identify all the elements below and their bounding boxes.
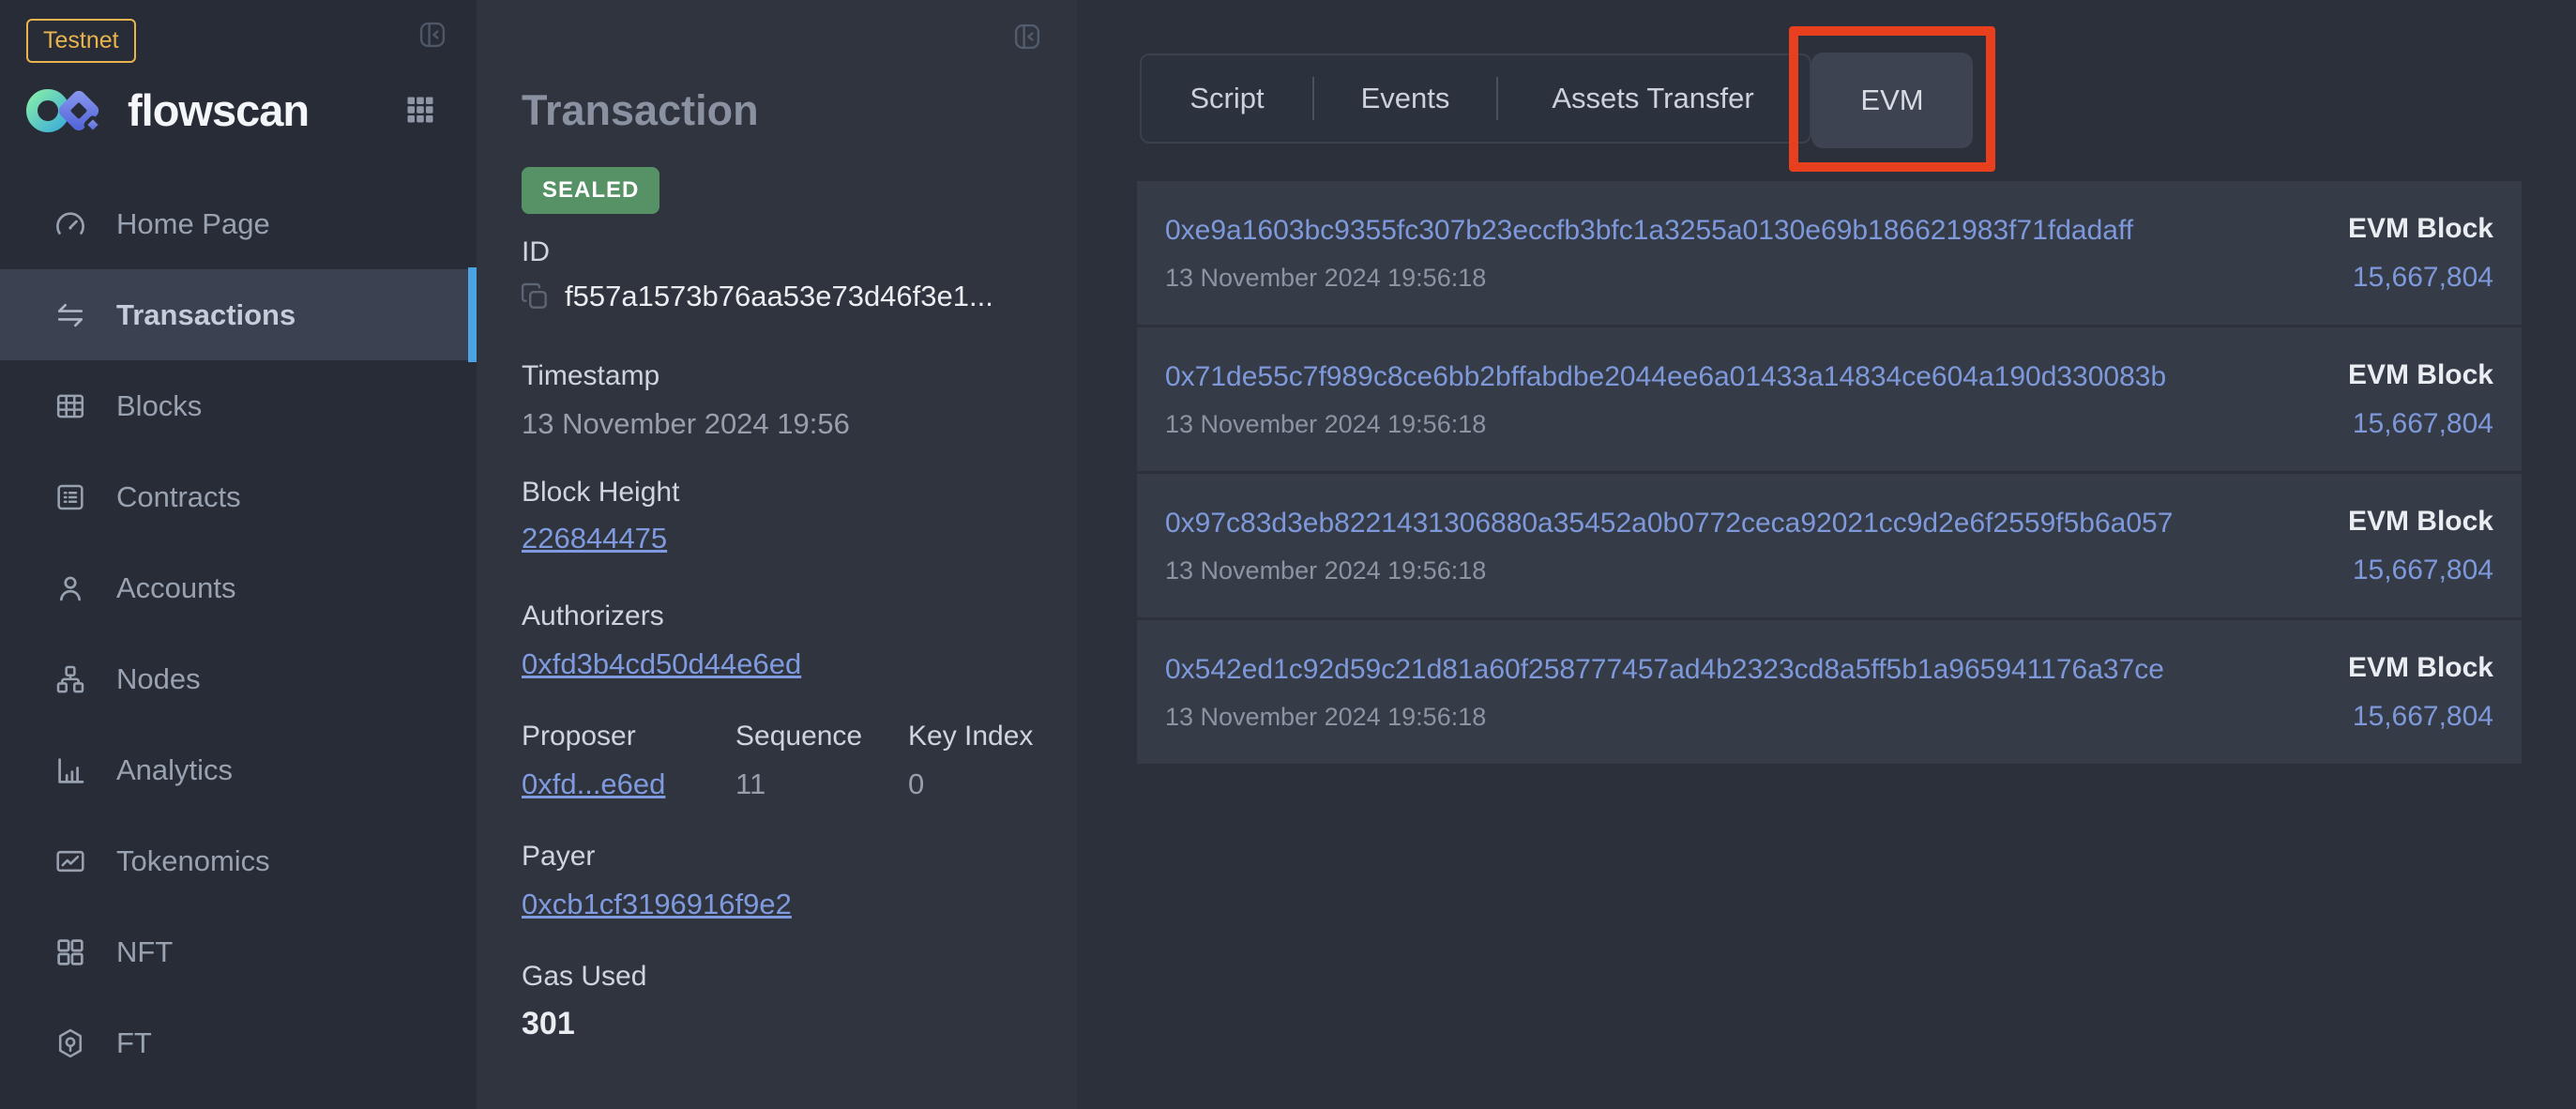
sequence-label: Sequence bbox=[735, 721, 862, 752]
apps-grid-icon bbox=[403, 93, 437, 127]
evm-tx-hash-link[interactable]: 0x71de55c7f989c8ce6bb2bffabdbe2044ee6a01… bbox=[1165, 361, 2166, 393]
speedometer-icon bbox=[53, 206, 88, 242]
sidebar-item-label: Home Page bbox=[116, 207, 270, 241]
key-index-value: 0 bbox=[908, 767, 924, 801]
evm-tx-hash-link[interactable]: 0x542ed1c92d59c21d81a60f258777457ad4b232… bbox=[1165, 654, 2164, 686]
evm-block-number-link[interactable]: 15,667,804 bbox=[2353, 262, 2493, 294]
evm-tx-timestamp: 13 November 2024 19:56:18 bbox=[1165, 703, 1486, 732]
copy-button[interactable] bbox=[518, 280, 552, 313]
evm-transaction-row: 0x542ed1c92d59c21d81a60f258777457ad4b232… bbox=[1137, 620, 2522, 764]
sidebar-item-nft[interactable]: NFT bbox=[0, 906, 477, 997]
evm-tx-hash-link[interactable]: 0xe9a1603bc9355fc307b23eccfb3bfc1a3255a0… bbox=[1165, 215, 2133, 247]
flowscan-logo bbox=[24, 81, 109, 141]
authorizers-label: Authorizers bbox=[522, 600, 664, 632]
evm-tx-hash-link[interactable]: 0x97c83d3eb8221431306880a35452a0b0772cec… bbox=[1165, 508, 2173, 539]
sidebar-item-analytics[interactable]: Analytics bbox=[0, 724, 477, 815]
transaction-detail-panel: Transaction SEALED ID f557a1573b76aa53e7… bbox=[477, 0, 1077, 1109]
evm-block-number-link[interactable]: 15,667,804 bbox=[2353, 408, 2493, 440]
tab-evm[interactable]: EVM bbox=[1811, 53, 1973, 148]
timestamp-value: 13 November 2024 19:56 bbox=[522, 407, 850, 441]
evm-block-number-link[interactable]: 15,667,804 bbox=[2353, 554, 2493, 586]
transaction-id-row: f557a1573b76aa53e73d46f3e1... bbox=[518, 280, 993, 313]
sidebar-item-label: Blocks bbox=[116, 389, 202, 423]
sequence-value: 11 bbox=[735, 767, 765, 801]
hierarchy-icon bbox=[53, 661, 88, 697]
collapse-panel-icon bbox=[417, 19, 448, 51]
evm-block-number-link[interactable]: 15,667,804 bbox=[2353, 701, 2493, 733]
four-squares-icon bbox=[53, 934, 88, 970]
sidebar-item-label: Tokenomics bbox=[116, 844, 270, 878]
gas-used-label: Gas Used bbox=[522, 961, 646, 993]
proposer-address-link[interactable]: 0xfd...e6ed bbox=[522, 767, 665, 801]
sidebar-item-label: FT bbox=[116, 1026, 152, 1060]
sidebar-item-nodes[interactable]: Nodes bbox=[0, 633, 477, 724]
sidebar-item-label: NFT bbox=[116, 935, 173, 969]
tab-bar: Script Events Assets Transfer bbox=[1140, 53, 1811, 144]
status-badge: SEALED bbox=[522, 167, 659, 214]
payer-label: Payer bbox=[522, 841, 595, 873]
sidebar-item-ft[interactable]: FT bbox=[0, 997, 477, 1088]
tab-assets-transfer[interactable]: Assets Transfer bbox=[1498, 82, 1808, 115]
swap-arrows-icon bbox=[53, 297, 88, 333]
timestamp-label: Timestamp bbox=[522, 360, 659, 392]
evm-block-label: EVM Block bbox=[2348, 652, 2493, 684]
sidebar-nav: Home Page Transactions Blocks bbox=[0, 178, 477, 1088]
id-label: ID bbox=[522, 236, 550, 268]
sidebar-item-blocks[interactable]: Blocks bbox=[0, 360, 477, 451]
sidebar-item-label: Nodes bbox=[116, 662, 201, 696]
block-height-label: Block Height bbox=[522, 477, 679, 509]
gas-used-value: 301 bbox=[522, 1006, 575, 1042]
tab-events[interactable]: Events bbox=[1314, 82, 1496, 115]
sidebar-item-accounts[interactable]: Accounts bbox=[0, 542, 477, 633]
main-content: Script Events Assets Transfer EVM 0xe9a1… bbox=[1077, 0, 2576, 1109]
table-grid-icon bbox=[53, 388, 88, 424]
evm-tx-timestamp: 13 November 2024 19:56:18 bbox=[1165, 410, 1486, 439]
collapse-sidebar-button[interactable] bbox=[417, 19, 448, 51]
collapse-panel-icon bbox=[1011, 21, 1043, 53]
proposer-label: Proposer bbox=[522, 721, 636, 752]
sidebar-item-transactions[interactable]: Transactions bbox=[0, 269, 477, 360]
evm-block-label: EVM Block bbox=[2348, 506, 2493, 538]
token-cube-icon bbox=[53, 1025, 88, 1061]
key-index-label: Key Index bbox=[908, 721, 1033, 752]
authorizer-address-link[interactable]: 0xfd3b4cd50d44e6ed bbox=[522, 647, 801, 681]
evm-transactions-list: 0xe9a1603bc9355fc307b23eccfb3bfc1a3255a0… bbox=[1137, 181, 2522, 767]
sidebar-item-label: Contracts bbox=[116, 480, 241, 514]
evm-tx-timestamp: 13 November 2024 19:56:18 bbox=[1165, 264, 1486, 293]
flowscan-app: Testnet bbox=[0, 0, 2576, 1109]
evm-block-label: EVM Block bbox=[2348, 359, 2493, 391]
payer-address-link[interactable]: 0xcb1cf3196916f9e2 bbox=[522, 888, 792, 921]
tab-script[interactable]: Script bbox=[1142, 82, 1312, 115]
line-chart-icon bbox=[53, 843, 88, 879]
transaction-id-value: f557a1573b76aa53e73d46f3e1... bbox=[565, 280, 993, 313]
network-badge: Testnet bbox=[26, 19, 136, 63]
person-icon bbox=[53, 570, 88, 606]
copy-icon bbox=[518, 280, 552, 313]
evm-transaction-row: 0x71de55c7f989c8ce6bb2bffabdbe2044ee6a01… bbox=[1137, 327, 2522, 471]
sidebar: Testnet bbox=[0, 0, 477, 1109]
bar-chart-icon bbox=[53, 752, 88, 788]
sidebar-item-tokenomics[interactable]: Tokenomics bbox=[0, 815, 477, 906]
sidebar-item-contracts[interactable]: Contracts bbox=[0, 451, 477, 542]
sidebar-item-label: Transactions bbox=[116, 298, 295, 332]
evm-tx-timestamp: 13 November 2024 19:56:18 bbox=[1165, 556, 1486, 585]
sidebar-item-label: Accounts bbox=[116, 571, 236, 605]
evm-transaction-row: 0xe9a1603bc9355fc307b23eccfb3bfc1a3255a0… bbox=[1137, 181, 2522, 325]
sidebar-item-home-page[interactable]: Home Page bbox=[0, 178, 477, 269]
evm-block-label: EVM Block bbox=[2348, 213, 2493, 245]
block-height-link[interactable]: 226844475 bbox=[522, 522, 667, 555]
collapse-detail-panel-button[interactable] bbox=[1011, 21, 1043, 53]
evm-transaction-row: 0x97c83d3eb8221431306880a35452a0b0772cec… bbox=[1137, 474, 2522, 617]
page-title: Transaction bbox=[522, 86, 759, 135]
brand-name: flowscan bbox=[128, 84, 309, 136]
apps-menu-button[interactable] bbox=[403, 93, 437, 127]
document-list-icon bbox=[53, 479, 88, 515]
sidebar-item-label: Analytics bbox=[116, 753, 233, 787]
